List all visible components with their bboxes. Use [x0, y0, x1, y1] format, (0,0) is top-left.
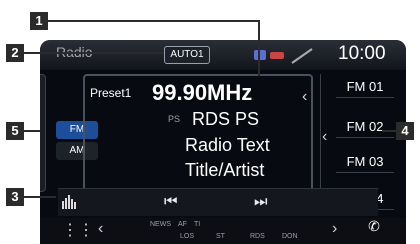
- callout-4: 4: [396, 122, 414, 140]
- phone-icon[interactable]: ✆: [362, 218, 386, 240]
- chevron-left-icon[interactable]: ‹: [98, 220, 103, 238]
- bottom-label-rds: RDS: [250, 233, 265, 240]
- chevron-right-icon[interactable]: ›: [332, 220, 337, 238]
- skip-next-icon[interactable]: ⏭: [254, 193, 268, 210]
- bottom-label-ti: TI: [194, 221, 201, 228]
- callout-3: 3: [6, 188, 24, 206]
- bottom-label-news: NEWS: [150, 221, 171, 228]
- equalizer-icon[interactable]: [62, 195, 78, 209]
- callout-leader: [24, 52, 164, 54]
- preset-fm01-button[interactable]: FM 01: [336, 76, 394, 98]
- rds-ps-tag: PS: [168, 114, 181, 124]
- bottom-bar: ⋮⋮ ‹ NEWS AF TI LOS ST RDS DON ›: [40, 218, 406, 244]
- callout-leader: [258, 20, 260, 76]
- callout-leader: [24, 196, 56, 198]
- callout-5: 5: [6, 122, 24, 140]
- rds-ps: RDS PS: [192, 109, 260, 129]
- bottom-label-los: LOS: [180, 233, 195, 240]
- radio-screen: Radio AUTO1 10:00 › FM AM Preset1 99.90M…: [40, 40, 406, 244]
- control-bar: ⏮ ⏭: [58, 188, 378, 216]
- preset-label: Preset1: [90, 86, 132, 100]
- title-artist: Title/Artist: [185, 160, 265, 180]
- callout-leader: [382, 130, 396, 132]
- clock: 10:00: [338, 43, 386, 64]
- radio-text: Radio Text: [185, 135, 270, 155]
- status-icons: [254, 48, 313, 64]
- bottom-label-af: AF: [178, 221, 187, 228]
- chevron-left-icon[interactable]: ‹: [302, 88, 307, 106]
- chevron-left-icon[interactable]: ‹: [322, 128, 327, 146]
- auto-mode-badge[interactable]: AUTO1: [164, 46, 210, 64]
- callout-leader: [48, 20, 258, 22]
- bottom-label-don: DON: [282, 233, 298, 240]
- top-bar: Radio AUTO1 10:00: [40, 40, 406, 70]
- callout-leader: [24, 130, 40, 132]
- callout-1: 1: [30, 12, 48, 30]
- skip-previous-icon[interactable]: ⏮: [164, 193, 178, 210]
- preset-fm02-button[interactable]: FM 02: [336, 116, 394, 138]
- frequency-display: 99.90MHz: [152, 80, 253, 105]
- bottom-label-st: ST: [216, 233, 225, 240]
- preset-fm03-button[interactable]: FM 03: [336, 151, 394, 173]
- left-panel-handle[interactable]: ›: [40, 74, 46, 192]
- callout-2: 2: [6, 44, 24, 62]
- grid-menu-icon[interactable]: ⋮⋮: [62, 220, 94, 240]
